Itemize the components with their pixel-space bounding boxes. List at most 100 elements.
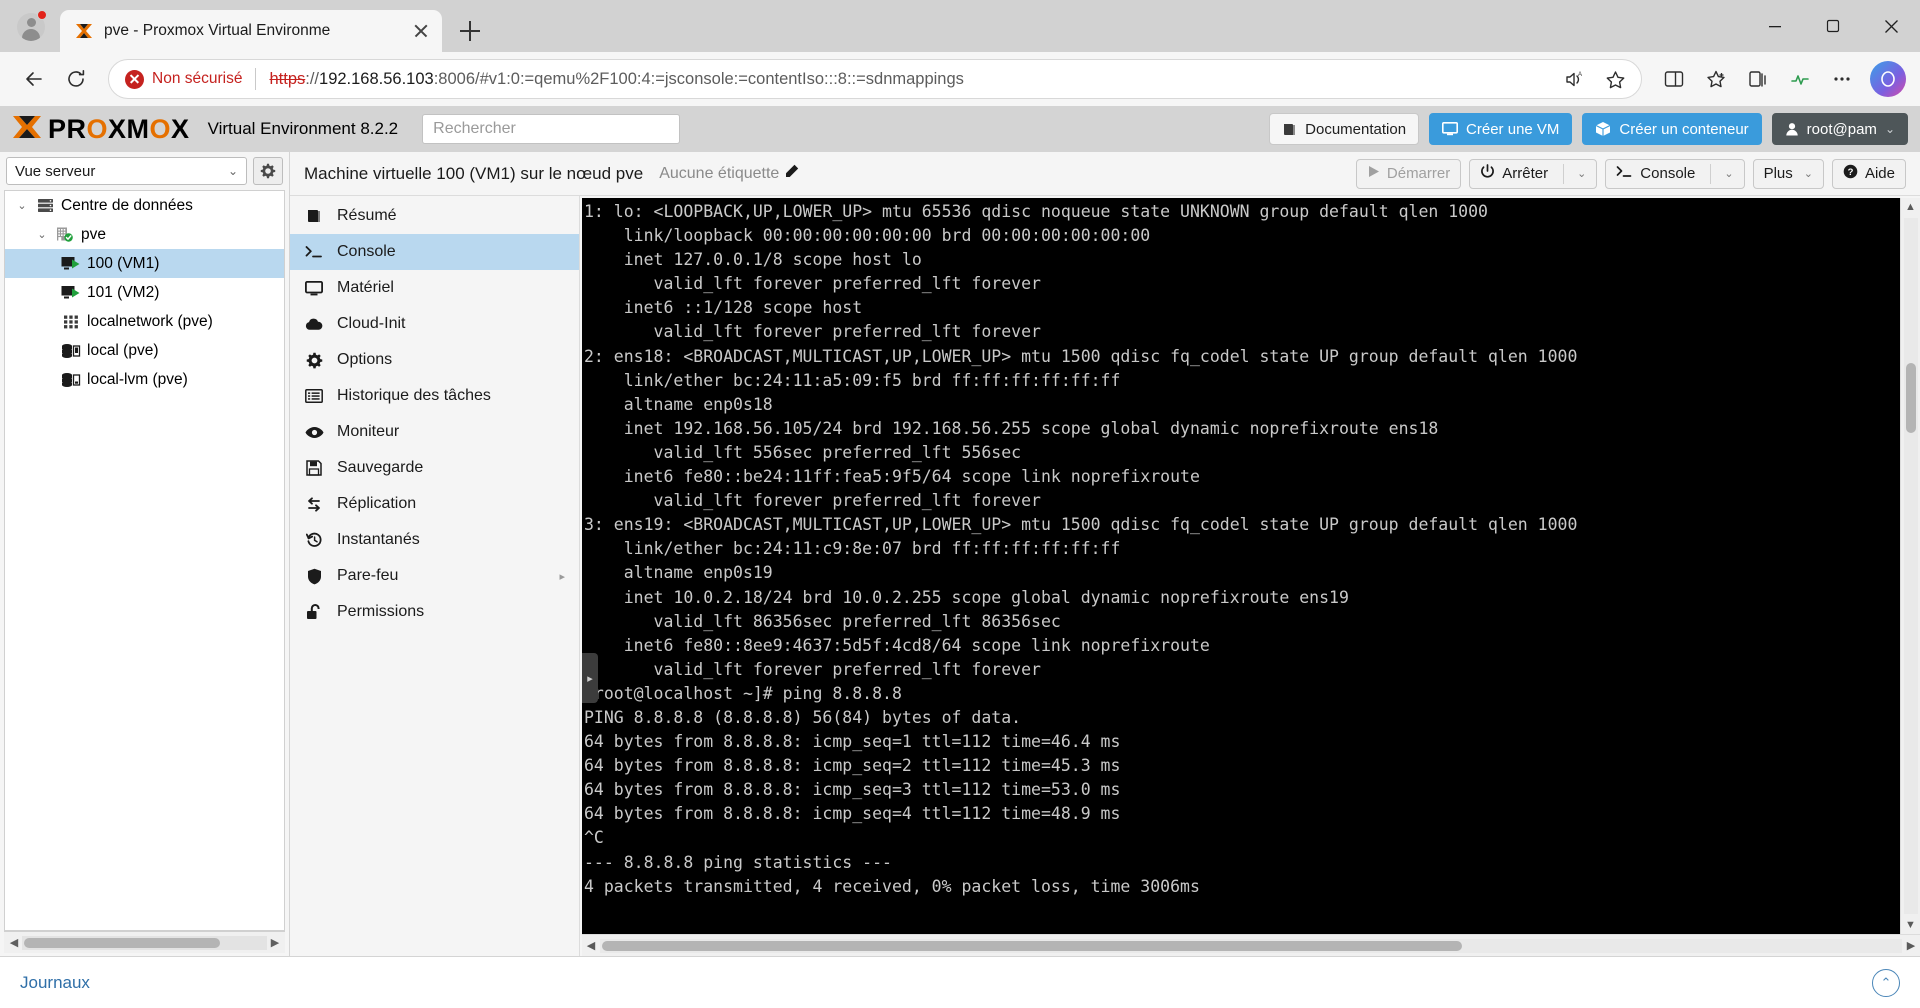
chevron-down-icon[interactable]: ⌄	[1800, 167, 1813, 180]
favorite-star-icon[interactable]	[1595, 59, 1635, 99]
scroll-down-icon[interactable]: ▼	[1905, 916, 1916, 934]
tree-node-local[interactable]: local (pve)	[5, 336, 284, 365]
address-bar[interactable]: Non sécurisé https://192.168.56.103:8006…	[108, 59, 1642, 99]
url-divider	[255, 68, 257, 90]
browser-toolbar: Non sécurisé https://192.168.56.103:8006…	[0, 52, 1920, 106]
scrollbar-thumb[interactable]	[1905, 363, 1916, 433]
vm-tag-label: Aucune étiquette	[659, 164, 780, 182]
chevron-right-icon[interactable]: ▸	[559, 570, 565, 583]
scrollbar-thumb[interactable]	[24, 937, 220, 948]
logs-bar[interactable]: Journaux ⌃	[0, 956, 1920, 1008]
submenu-item-permissions[interactable]: Permissions	[290, 594, 579, 630]
user-menu-button[interactable]: root@pam ⌄	[1771, 113, 1908, 145]
start-button[interactable]: Démarrer	[1355, 158, 1462, 189]
console-label: Console	[1640, 165, 1696, 182]
submenu-label: Réplication	[337, 495, 417, 512]
submenu-item-monitor[interactable]: Moniteur	[290, 414, 579, 450]
tree-node-vm-101[interactable]: 101 (VM2)	[5, 278, 284, 307]
scroll-left-icon[interactable]: ◀	[582, 939, 600, 952]
collections-icon[interactable]	[1738, 59, 1778, 99]
user-menu-label: root@pam	[1806, 120, 1877, 138]
chevron-down-icon[interactable]: ⌄	[35, 228, 49, 241]
read-aloud-icon[interactable]: A	[1553, 59, 1593, 99]
gear-icon[interactable]	[253, 157, 283, 185]
scroll-left-icon[interactable]: ◀	[6, 936, 22, 949]
create-container-button[interactable]: Créer un conteneur	[1582, 113, 1762, 145]
chevron-down-icon[interactable]: ⌄	[1720, 167, 1733, 180]
scroll-up-icon[interactable]: ▲	[1905, 198, 1916, 216]
tab-close-icon[interactable]	[408, 18, 434, 44]
help-button[interactable]: ? Aide	[1831, 158, 1906, 189]
view-mode-select[interactable]: Vue serveur ⌄	[6, 157, 247, 185]
console-vertical-scrollbar[interactable]: ▲ ▼	[1900, 198, 1920, 934]
submenu-item-cloud-init[interactable]: Cloud-Init	[290, 306, 579, 342]
search-input[interactable]: Rechercher	[422, 114, 681, 144]
proxmox-wordmark: PROXMOX	[48, 113, 190, 144]
tree-node-datacenter[interactable]: ⌄ Centre de données	[5, 191, 284, 220]
start-label: Démarrer	[1386, 165, 1451, 182]
scroll-right-icon[interactable]: ▶	[267, 936, 283, 949]
submenu-item-hardware[interactable]: Matériel	[290, 270, 579, 306]
terminal-line: inet6 fe80::8ee9:4637:5d5f:4cd8/64 scope…	[584, 635, 1210, 655]
tree-node-localnetwork[interactable]: localnetwork (pve)	[5, 307, 284, 336]
submenu-item-options[interactable]: Options	[290, 342, 579, 378]
tree-node-pve[interactable]: ⌄ pve	[5, 220, 284, 249]
pencil-icon[interactable]	[785, 164, 799, 183]
reload-icon[interactable]	[56, 59, 96, 99]
settings-more-icon[interactable]	[1822, 59, 1862, 99]
submenu-item-task-history[interactable]: Historique des tâches	[290, 378, 579, 414]
copilot-icon[interactable]	[1870, 61, 1906, 97]
back-icon[interactable]	[14, 59, 54, 99]
scroll-right-icon[interactable]: ▶	[1902, 939, 1920, 952]
terminal-line: inet 127.0.0.1/8 scope host lo	[584, 250, 922, 270]
terminal-line: PING 8.8.8.8 (8.8.8.8) 56(84) bytes of d…	[584, 707, 1022, 727]
play-icon	[1367, 165, 1380, 182]
maximize-button[interactable]	[1804, 0, 1862, 52]
create-vm-button[interactable]: Créer une VM	[1429, 113, 1573, 145]
scrollbar-track[interactable]	[600, 938, 1902, 953]
console-horizontal-scrollbar[interactable]: ◀ ▶	[582, 934, 1920, 956]
proxmox-logo[interactable]: PROXMOX	[12, 113, 190, 146]
split-screen-icon[interactable]	[1654, 59, 1694, 99]
submenu-item-console[interactable]: Console	[290, 234, 579, 270]
terminal-output[interactable]: 1: lo: <LOOPBACK,UP,LOWER_UP> mtu 65536 …	[582, 198, 1900, 934]
more-button[interactable]: Plus ⌄	[1752, 158, 1824, 189]
scrollbar-thumb[interactable]	[602, 940, 1462, 951]
stop-button[interactable]: Arrêter ⌄	[1469, 158, 1598, 189]
browser-tab[interactable]: pve - Proxmox Virtual Environme	[60, 10, 442, 52]
logs-label[interactable]: Journaux	[20, 973, 90, 993]
chevron-up-circle-icon[interactable]: ⌃	[1872, 968, 1900, 997]
main-panel: Machine virtuelle 100 (VM1) sur le nœud …	[290, 152, 1920, 956]
resource-tree: ⌄ Centre de données ⌄ pve 100 (VM1) 101 …	[4, 190, 285, 931]
security-status[interactable]: Non sécurisé	[125, 69, 242, 89]
storage-lvm-icon	[61, 372, 81, 388]
profile-button[interactable]	[8, 4, 54, 50]
tree-horizontal-scrollbar[interactable]: ◀ ▶	[4, 931, 285, 953]
tab-strip: pve - Proxmox Virtual Environme	[0, 0, 1920, 52]
more-label: Plus	[1763, 165, 1793, 182]
terminal-line: inet6 ::1/128 scope host	[584, 298, 863, 318]
vm-tags[interactable]: Aucune étiquette	[659, 164, 799, 183]
documentation-button[interactable]: Documentation	[1269, 113, 1420, 145]
tree-node-label: local-lvm (pve)	[87, 370, 188, 388]
chevron-down-icon[interactable]: ⌄	[1573, 167, 1586, 180]
browser-essentials-icon[interactable]	[1780, 59, 1820, 99]
submenu-item-resume[interactable]: Résumé	[290, 198, 579, 234]
tree-node-local-lvm[interactable]: local-lvm (pve)	[5, 365, 284, 394]
chevron-down-icon[interactable]: ⌄	[15, 199, 29, 212]
scrollbar-track[interactable]	[22, 935, 267, 950]
console-drag-handle[interactable]: ▸	[582, 653, 598, 703]
scrollbar-track[interactable]	[1903, 218, 1918, 914]
new-tab-button[interactable]	[450, 12, 490, 50]
submenu-item-snapshots[interactable]: Instantanés	[290, 522, 579, 558]
minimize-button[interactable]	[1746, 0, 1804, 52]
submenu-item-backup[interactable]: Sauvegarde	[290, 450, 579, 486]
chevron-down-icon: ⌄	[227, 164, 238, 178]
favorites-icon[interactable]	[1696, 59, 1736, 99]
submenu-item-replication[interactable]: Réplication	[290, 486, 579, 522]
console-button[interactable]: Console ⌄	[1605, 158, 1745, 189]
submenu-item-firewall[interactable]: Pare-feu ▸	[290, 558, 579, 594]
gear-icon	[304, 352, 324, 369]
tree-node-vm-100[interactable]: 100 (VM1)	[5, 249, 284, 278]
close-window-button[interactable]	[1862, 0, 1920, 52]
